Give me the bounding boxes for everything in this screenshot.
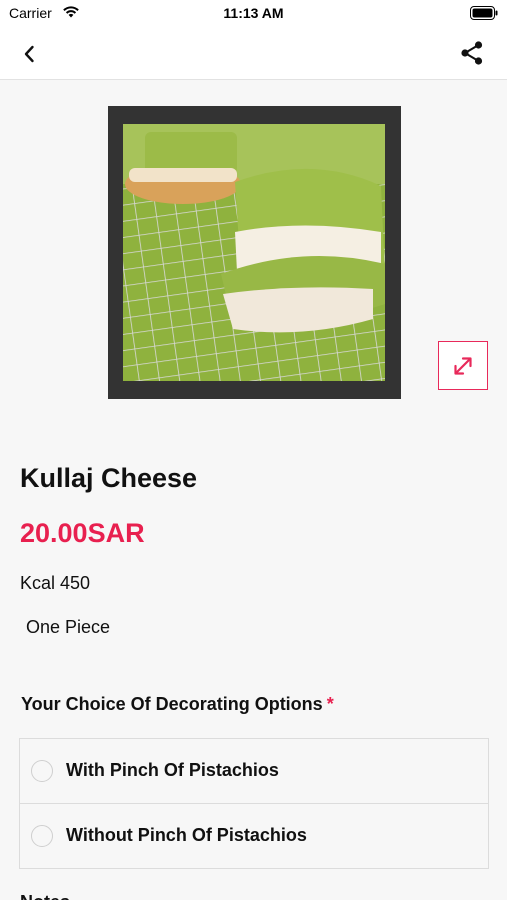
status-bar: Carrier 11:13 AM bbox=[0, 0, 507, 28]
chevron-left-icon bbox=[24, 45, 34, 63]
product-calories: Kcal 450 bbox=[20, 573, 91, 593]
option-with-pistachios[interactable]: With Pinch Of Pistachios bbox=[20, 739, 488, 804]
clock: 11:13 AM bbox=[223, 5, 284, 21]
radio-button[interactable] bbox=[31, 825, 53, 847]
product-price: 20.00SAR bbox=[20, 518, 145, 548]
product-unit: One Piece bbox=[26, 617, 111, 637]
option-label: Without Pinch Of Pistachios bbox=[66, 825, 307, 845]
notes-label: Notes bbox=[20, 892, 70, 900]
expand-arrows-icon bbox=[454, 357, 472, 375]
back-button[interactable] bbox=[18, 42, 42, 66]
required-mark: * bbox=[326, 694, 334, 714]
option-without-pistachios[interactable]: Without Pinch Of Pistachios bbox=[20, 804, 488, 869]
expand-image-button[interactable] bbox=[438, 341, 488, 390]
battery-icon bbox=[470, 6, 498, 23]
share-icon bbox=[461, 41, 483, 65]
share-button[interactable] bbox=[459, 40, 485, 66]
options-section-title: Your Choice Of Decorating Options * bbox=[21, 694, 334, 715]
product-name: Kullaj Cheese bbox=[20, 463, 198, 493]
product-photo bbox=[123, 124, 385, 381]
options-list: With Pinch Of Pistachios Without Pinch O… bbox=[19, 738, 489, 869]
option-label: With Pinch Of Pistachios bbox=[66, 760, 279, 780]
options-title-text: Your Choice Of Decorating Options bbox=[21, 694, 323, 714]
nav-bar bbox=[0, 28, 507, 80]
radio-button[interactable] bbox=[31, 760, 53, 782]
product-image-frame[interactable] bbox=[108, 106, 401, 399]
